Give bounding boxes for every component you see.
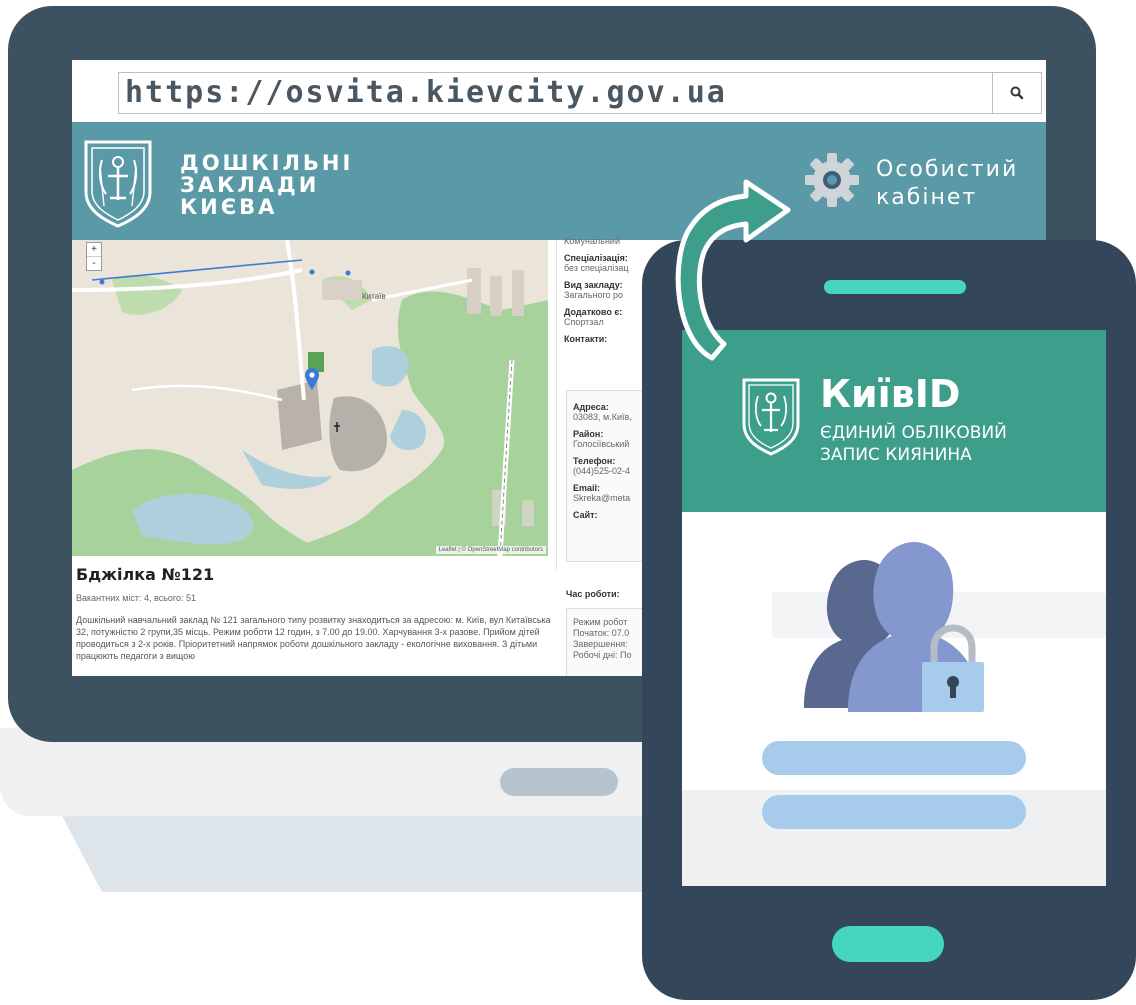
phone-speaker (824, 280, 966, 294)
kyivid-subtitle: ЄДИНИЙ ОБЛІКОВИЙ ЗАПИС КИЯНИНА (820, 422, 1007, 466)
map-pin-icon[interactable] (305, 368, 319, 390)
address-bar[interactable]: https://osvita.kievcity.gov.ua (118, 72, 1042, 114)
kyivid-subtitle-line-2: ЗАПИС КИЯНИНА (820, 445, 972, 465)
kyivid-title: КиївID (820, 372, 961, 416)
site-title-line-2: ЗАКЛАДИ (180, 173, 320, 197)
vacancies-text: Вакантних міст: 4, всього: 51 (76, 593, 197, 603)
gear-icon[interactable] (804, 152, 860, 208)
cabinet-line-1: Особистий (876, 157, 1019, 182)
zoom-in-button[interactable]: + (87, 243, 101, 256)
search-button[interactable] (992, 73, 1041, 113)
map-attribution[interactable]: Leaflet | © OpenStreetMap contributors (435, 546, 546, 554)
site-title-line-3: КИЄВА (180, 195, 278, 219)
site-header: ДОШКІЛЬНІ ЗАКЛАДИ КИЄВА Особистий кабіне… (72, 122, 1046, 240)
laptop-notch (500, 768, 618, 796)
map-place-label: Китаїв (362, 292, 386, 301)
search-icon (1010, 86, 1024, 100)
url-text[interactable]: https://osvita.kievcity.gov.ua (125, 73, 727, 113)
personal-cabinet-link[interactable]: Особистий кабінет (876, 156, 1018, 212)
zoom-out-button[interactable]: - (87, 256, 101, 270)
crest-icon (742, 378, 800, 456)
kyivid-subtitle-line-1: ЄДИНИЙ ОБЛІКОВИЙ (820, 423, 1007, 443)
site-title[interactable]: ДОШКІЛЬНІ ЗАКЛАДИ КИЄВА (180, 152, 353, 218)
login-field[interactable] (762, 741, 1026, 775)
cabinet-line-2: кабінет (876, 185, 978, 210)
map-zoom-control: + - (86, 242, 102, 271)
map[interactable]: Китаїв Leaflet | © OpenStreetMap contrib… (72, 240, 548, 556)
crest-icon (84, 140, 152, 228)
column-divider (556, 240, 557, 570)
site-title-line-1: ДОШКІЛЬНІ (180, 151, 354, 175)
lock-icon (922, 624, 984, 712)
arrow-icon (675, 179, 791, 361)
phone-screen: КиївID ЄДИНИЙ ОБЛІКОВИЙ ЗАПИС КИЯНИНА (682, 330, 1106, 886)
kindergarten-description: Дошкільний навчальний заклад № 121 загал… (76, 615, 551, 661)
password-field[interactable] (762, 795, 1026, 829)
worktime-label: Час роботи: (566, 589, 620, 599)
kindergarten-title: Бджілка №121 (76, 565, 215, 584)
map-canvas (72, 240, 548, 556)
phone-home-button[interactable] (832, 926, 944, 962)
